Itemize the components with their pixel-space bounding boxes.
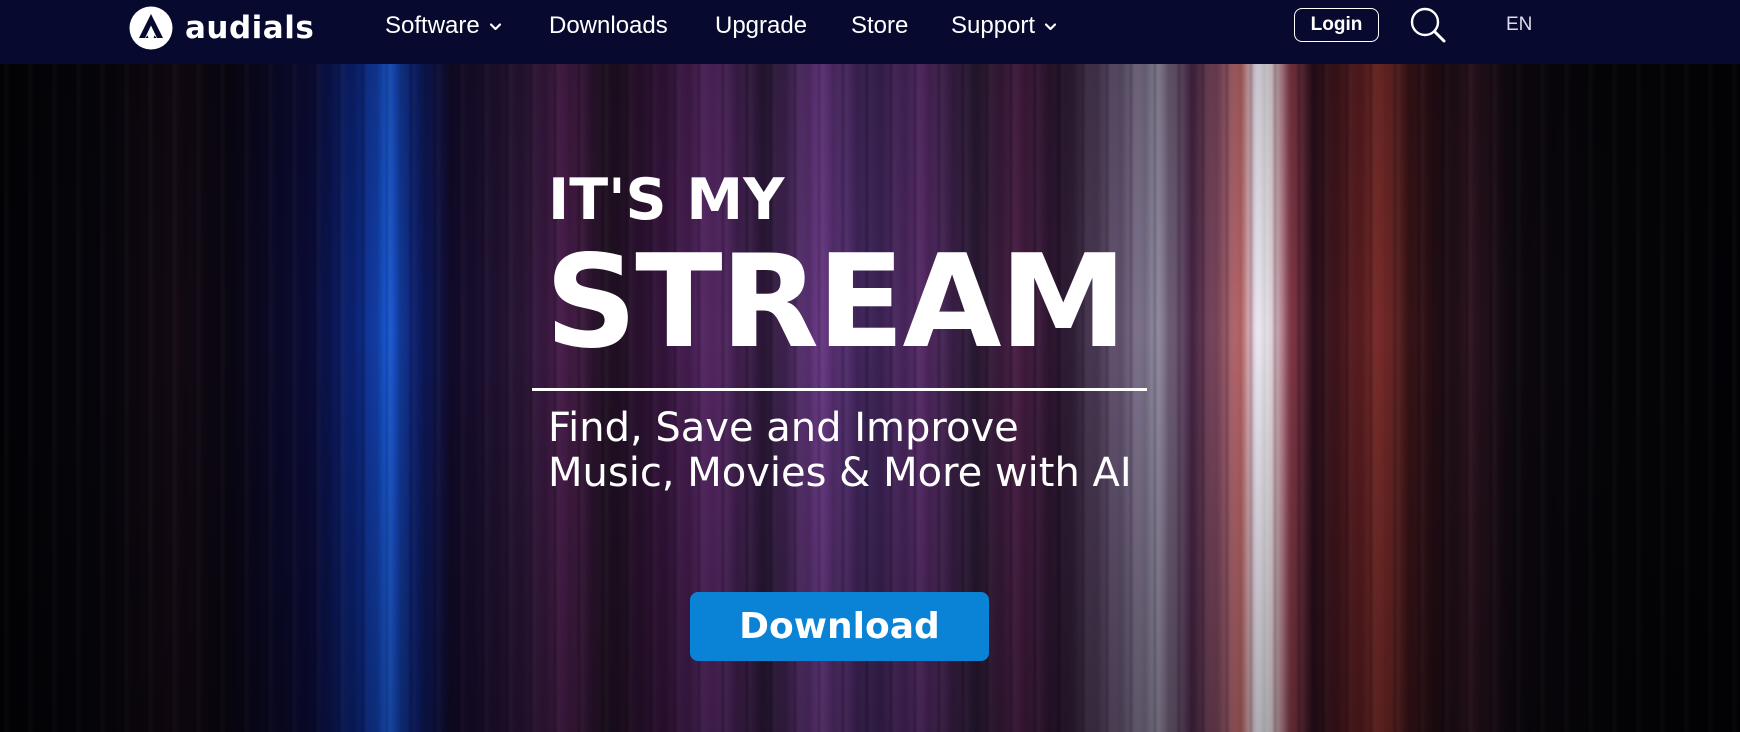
hero-subtitle: Find, Save and Improve Music, Movies & M…	[548, 406, 1132, 496]
nav-store-label: Store	[851, 12, 909, 39]
brand-name: audials	[185, 9, 315, 46]
language-selector[interactable]: EN	[1506, 14, 1532, 36]
hero-subtitle-line-2: Music, Movies & More with AI	[548, 450, 1132, 496]
nav-support[interactable]: Support	[951, 11, 1057, 41]
page: audials Software Downloads Upgrade Store…	[0, 0, 1740, 732]
chevron-down-icon	[1044, 22, 1057, 30]
hero-divider	[532, 388, 1147, 391]
top-navbar: audials Software Downloads Upgrade Store…	[0, 0, 1740, 64]
chevron-down-icon	[489, 22, 501, 30]
nav-upgrade[interactable]: Upgrade	[715, 11, 807, 41]
hero-headline-large: STREAM	[545, 228, 1127, 377]
hero-headline-small: IT'S MY	[548, 167, 785, 233]
nav-upgrade-label: Upgrade	[715, 12, 808, 39]
nav-support-label: Support	[951, 12, 1036, 39]
search-icon[interactable]	[1408, 4, 1450, 46]
nav-software-label: Software	[385, 12, 480, 39]
nav-downloads[interactable]: Downloads	[549, 11, 668, 41]
brand-logo[interactable]: audials	[128, 4, 314, 52]
audials-logo-icon	[129, 6, 173, 50]
nav-downloads-label: Downloads	[549, 12, 668, 39]
hero-subtitle-line-1: Find, Save and Improve	[548, 405, 1019, 451]
nav-software[interactable]: Software	[385, 11, 502, 41]
download-button[interactable]: Download	[690, 592, 989, 661]
login-button[interactable]: Login	[1294, 8, 1379, 42]
nav-store[interactable]: Store	[851, 11, 908, 41]
